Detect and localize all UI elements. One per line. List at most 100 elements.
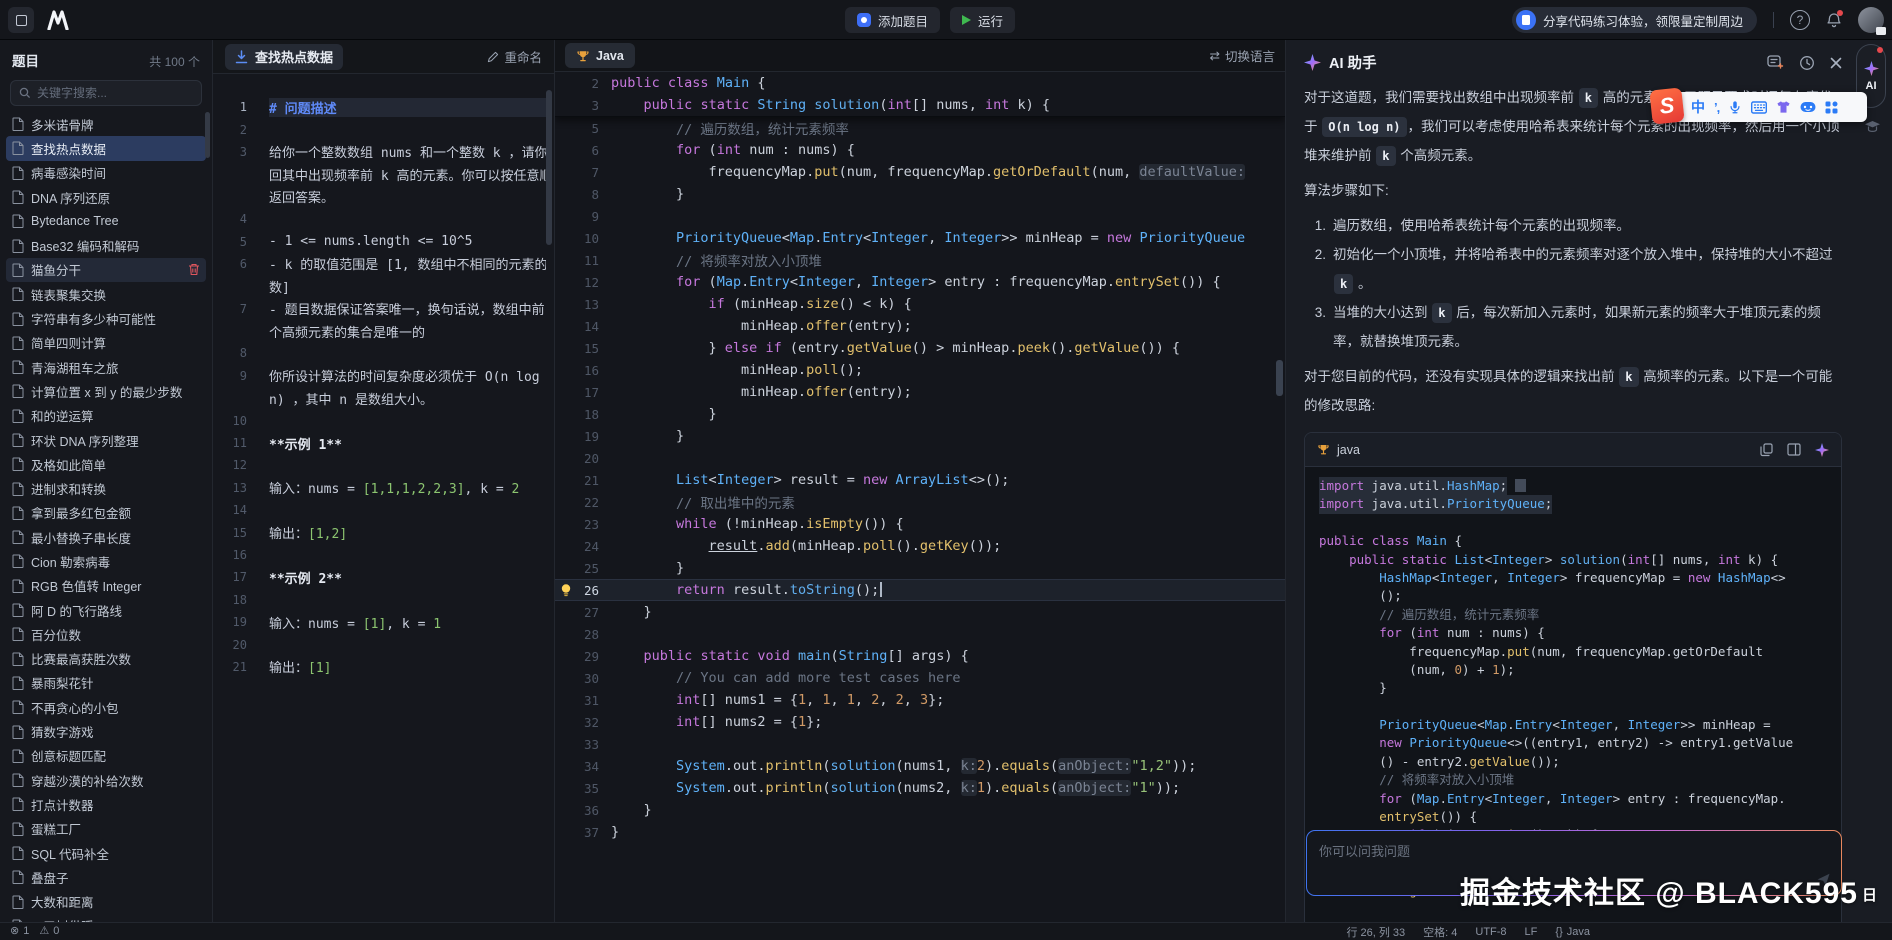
marscode-logo-icon[interactable] [46,10,70,30]
description-line: 数] [213,275,554,297]
window-icon[interactable] [8,7,34,33]
problem-list-item[interactable]: Base32 编码和解码 [6,233,206,257]
problem-title-button[interactable]: 查找热点数据 [225,44,343,70]
delete-problem-icon[interactable] [188,263,200,276]
run-button[interactable]: 运行 [950,7,1015,33]
code-line: 12 for (Map.Entry<Integer, Integer> entr… [555,271,1285,293]
problem-list-item[interactable]: DNA 序列还原 [6,185,206,209]
ai-code-line: for (int num : nums) { [1319,624,1827,642]
top-bar: 添加题目 运行 分享代码练习体验，领限量定制周边 ? [0,0,1892,40]
warnings-indicator[interactable]: ⚠0 [39,924,59,937]
copy-icon[interactable] [1760,443,1773,457]
problem-list-item[interactable]: 猫鱼分干 [6,258,206,282]
problem-list-item[interactable]: 二叉树供暖 [6,914,206,922]
problem-list-item[interactable]: Cion 勒索病毒 [6,549,206,573]
ai-assistant-panel: AI 助手 对于这道题，我们需要找出数组中出现频率前 k 高的元素。由于题目要求… [1286,40,1892,922]
problem-list-item[interactable]: 创意标题匹配 [6,744,206,768]
problem-list-item[interactable]: SQL 代码补全 [6,841,206,865]
course-cap-icon[interactable] [1864,120,1881,134]
ime-punctuation-icon[interactable]: ’, [1714,100,1719,115]
problem-list-item[interactable]: 最小替换子串长度 [6,525,206,549]
problem-list-item[interactable]: 拿到最多红包金额 [6,501,206,525]
sogou-logo-icon[interactable]: S [1649,87,1684,124]
errors-indicator[interactable]: ⊗1 [10,924,29,937]
problem-list-item[interactable]: 及格如此简单 [6,452,206,476]
search-input[interactable] [37,86,187,100]
code-editor[interactable]: 2public class Main {3 public static Stri… [555,72,1285,922]
braces-icon: {} [1555,926,1562,938]
file-icon [12,263,24,277]
apply-code-icon[interactable] [1815,443,1829,457]
ime-language-icon[interactable]: 中 [1691,97,1705,117]
problem-list-item[interactable]: 病毒感染时间 [6,161,206,185]
problem-list-item[interactable]: 计算位置 x 到 y 的最少步数 [6,379,206,403]
skin-icon[interactable] [1776,100,1791,114]
rename-button[interactable]: 重命名 [487,47,542,66]
problem-list-item[interactable]: 打点计数器 [6,792,206,816]
encoding[interactable]: UTF-8 [1475,926,1506,938]
file-icon [12,846,24,860]
apps-grid-icon[interactable] [1825,101,1838,114]
ai-code-line: public static List<Integer> solution(int… [1319,551,1827,569]
description-line: 14 [213,499,554,521]
add-question-button[interactable]: 添加题目 [845,7,940,33]
eol[interactable]: LF [1525,926,1538,938]
problem-list-item[interactable]: 暴雨梨花针 [6,671,206,695]
problem-list-item[interactable]: 环状 DNA 序列整理 [6,428,206,452]
description-line: 6- k 的取值范围是 [1, 数组中不相同的元素的个 [213,253,554,275]
code-line: 7 frequencyMap.put(num, frequencyMap.get… [555,161,1285,183]
description-scrollbar[interactable] [546,90,552,245]
problem-list-item[interactable]: RGB 色值转 Integer [6,574,206,598]
code-line: 22 // 取出堆中的元素 [555,491,1285,513]
problem-list-item[interactable]: 和的逆运算 [6,404,206,428]
problem-list-item[interactable]: 穿越沙漠的补给次数 [6,768,206,792]
insert-code-icon[interactable] [1787,443,1801,456]
problem-list-item[interactable]: 猜数字游戏 [6,719,206,743]
indent-setting[interactable]: 空格: 4 [1423,924,1457,940]
close-icon[interactable] [1830,57,1842,69]
tab-java[interactable]: Java [565,43,635,68]
problem-list-item[interactable]: 阿 D 的飞行路线 [6,598,206,622]
promo-banner-button[interactable]: 分享代码练习体验，领限量定制周边 [1512,7,1757,33]
problem-list-item[interactable]: 字符串有多少种可能性 [6,306,206,330]
problem-list-item[interactable]: 叠盘子 [6,865,206,889]
cursor-position[interactable]: 行 26, 列 33 [1346,924,1405,940]
problem-list-item[interactable]: 多米诺骨牌 [6,112,206,136]
search-box[interactable] [10,80,202,106]
add-question-icon [857,13,871,27]
problem-list-item[interactable]: 不再贪心的小包 [6,695,206,719]
problem-list-item[interactable]: 青海湖租车之旅 [6,355,206,379]
run-icon [962,15,971,25]
mic-icon[interactable] [1728,100,1742,115]
new-chat-icon[interactable] [1767,55,1784,70]
switch-language-button[interactable]: ⇄ 切换语言 [1210,46,1276,65]
problem-list-item[interactable]: 进制求和转换 [6,476,206,500]
problem-list-item[interactable]: 查找热点数据 [6,136,206,160]
editor-scrollbar[interactable] [1276,360,1283,396]
problem-list-item[interactable]: 百分位数 [6,622,206,646]
problem-list-item[interactable]: 链表聚集交换 [6,282,206,306]
file-icon [12,433,24,447]
lightbulb-icon [559,583,573,597]
problem-list-item[interactable]: Bytedance Tree [6,209,206,233]
description-line: 7- 题目数据保证答案唯一，换句话说，数组中前 k [213,298,554,320]
keyboard-icon[interactable] [1751,101,1767,114]
ai-code-line: (); [1319,587,1827,605]
file-icon [12,166,24,180]
avatar[interactable] [1858,7,1884,33]
help-icon[interactable]: ? [1790,10,1810,30]
code-line: 31 int[] nums1 = {1, 1, 1, 2, 2, 3}; [555,689,1285,711]
problem-list-item[interactable]: 比赛最高获胜次数 [6,647,206,671]
language-mode[interactable]: {}Java [1555,926,1590,938]
problem-list-item[interactable]: 大数和距离 [6,890,206,914]
emoji-game-icon[interactable] [1800,101,1816,113]
history-icon[interactable] [1799,55,1815,71]
description-editor[interactable]: 1# 问题描述2 3给你一个整数数组 nums 和一个整数 k ，请你返回其中出… [213,74,554,922]
notifications-button[interactable] [1826,12,1842,29]
sidebar-scrollbar[interactable] [205,112,210,158]
code-line: 27 } [555,601,1285,623]
description-line: 11**示例 1** [213,432,554,454]
problem-list-item[interactable]: 蛋糕工厂 [6,817,206,841]
problem-list-item[interactable]: 简单四则计算 [6,331,206,355]
description-line: n) ，其中 n 是数组大小。 [213,387,554,409]
